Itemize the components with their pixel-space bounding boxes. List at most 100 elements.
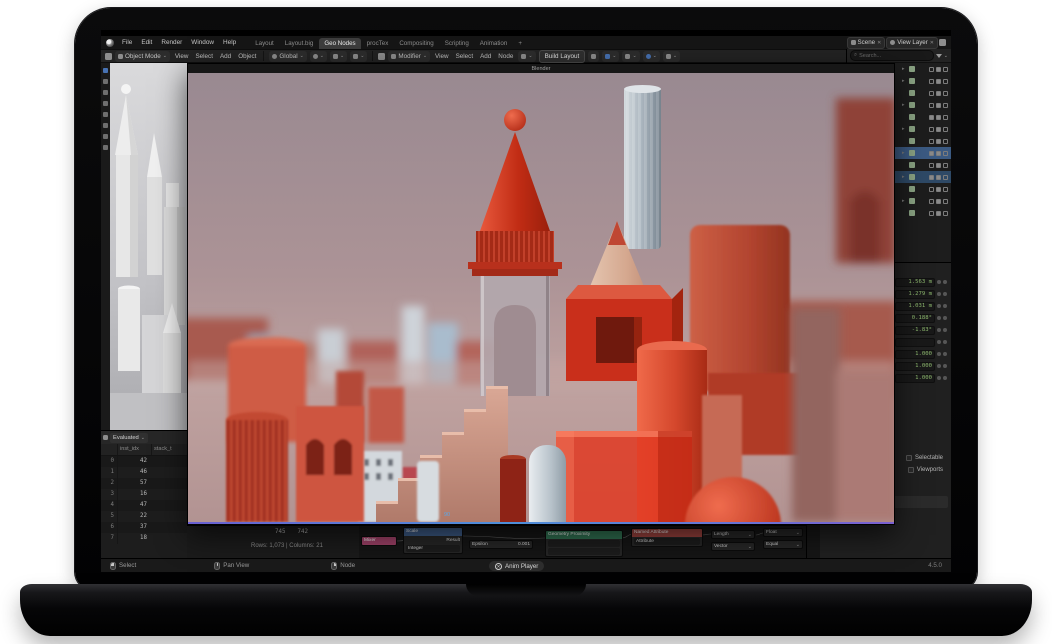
lock-icon[interactable] — [943, 280, 947, 284]
checkbox-icon[interactable] — [929, 127, 934, 132]
menu-file[interactable]: File — [118, 36, 136, 49]
lock-icon[interactable] — [943, 340, 947, 344]
menu-edit[interactable]: Edit — [137, 36, 156, 49]
tool-cursor-icon[interactable] — [103, 79, 108, 84]
eye-icon[interactable] — [936, 151, 941, 156]
dataset-selector[interactable]: Evaluated⌄ — [110, 433, 148, 443]
lock-icon[interactable] — [943, 352, 947, 356]
checkbox-icon[interactable] — [929, 175, 934, 180]
scale-x-field[interactable]: 1.000 — [895, 350, 935, 359]
table-row[interactable]: 637 — [101, 522, 187, 533]
camera-icon[interactable] — [943, 175, 948, 180]
eye-icon[interactable] — [936, 175, 941, 180]
checkbox-icon[interactable] — [929, 91, 934, 96]
node-geometry-proximity[interactable]: Geometry Proximity — [545, 530, 623, 557]
node-tree-selector[interactable]: ⌄ — [518, 51, 535, 62]
stop-icon[interactable]: ✕ — [495, 563, 502, 570]
rotation-mode-select[interactable] — [895, 338, 935, 347]
viewport-menu-object[interactable]: Object — [236, 53, 258, 60]
pin-toggle[interactable] — [588, 51, 599, 62]
gizmos-toggle[interactable]: ⌄ — [663, 51, 680, 62]
view-layer-selector[interactable]: View Layer ✕ — [886, 37, 938, 49]
orientation-select[interactable]: Global⌄ — [269, 51, 306, 62]
checkbox-icon[interactable] — [929, 139, 934, 144]
camera-icon[interactable] — [943, 127, 948, 132]
lock-icon[interactable] — [943, 316, 947, 320]
node-field-integer[interactable]: Integer — [406, 545, 460, 552]
animate-icon[interactable] — [937, 352, 941, 356]
animate-icon[interactable] — [937, 280, 941, 284]
animate-icon[interactable] — [937, 316, 941, 320]
scene-unlink-icon[interactable]: ✕ — [877, 40, 881, 46]
eye-icon[interactable] — [936, 211, 941, 216]
tool-scale-icon[interactable] — [103, 112, 108, 117]
checkbox-icon[interactable] — [929, 67, 934, 72]
camera-icon[interactable] — [943, 115, 948, 120]
tab-layout[interactable]: Layout — [250, 38, 279, 49]
column-stack-t[interactable]: stack_t — [151, 444, 185, 455]
camera-icon[interactable] — [943, 151, 948, 156]
node-field-attribute[interactable]: Attribute — [634, 538, 700, 545]
checkbox-icon[interactable] — [929, 79, 934, 84]
tab-animation[interactable]: Animation — [475, 38, 513, 49]
screen-layout-icon[interactable] — [939, 39, 946, 46]
animate-icon[interactable] — [937, 340, 941, 344]
animate-icon[interactable] — [937, 328, 941, 332]
tool-measure-icon[interactable] — [103, 145, 108, 150]
node-mixer[interactable]: Mixer — [361, 536, 397, 546]
lock-icon[interactable] — [943, 292, 947, 296]
tool-transform-icon[interactable] — [103, 123, 108, 128]
animate-icon[interactable] — [937, 292, 941, 296]
eye-icon[interactable] — [936, 187, 941, 192]
node-select-vector[interactable]: Vector⌄ — [711, 542, 755, 551]
anim-player-badge[interactable]: ✕ Anim Player — [489, 561, 544, 571]
render-window-titlebar[interactable]: Blender — [188, 64, 894, 73]
table-row[interactable]: 042 — [101, 456, 187, 467]
menu-window[interactable]: Window — [187, 36, 218, 49]
camera-icon[interactable] — [943, 91, 948, 96]
node-scale[interactable]: Scale Result Integer — [403, 527, 463, 554]
checkbox-icon[interactable] — [929, 211, 934, 216]
checkbox-icon[interactable] — [929, 151, 934, 156]
pivot-select[interactable]: ⌄ — [310, 51, 327, 62]
scale-y-field[interactable]: 1.000 — [895, 362, 935, 371]
viewport-3d[interactable] — [110, 63, 187, 430]
tool-move-icon[interactable] — [103, 90, 108, 95]
checkbox-icon[interactable] — [908, 467, 914, 473]
rotation-x-field[interactable]: 0.188° — [895, 314, 935, 323]
node-named-attribute[interactable]: Named Attribute Attribute — [631, 528, 703, 547]
menu-render[interactable]: Render — [157, 36, 186, 49]
tab-proctex[interactable]: procTex — [362, 38, 394, 49]
viewport-menu-view[interactable]: View — [173, 53, 191, 60]
node-select-length[interactable]: Length⌄ — [711, 530, 755, 539]
tab-geo-nodes[interactable]: Geo Nodes — [319, 38, 360, 49]
animate-icon[interactable] — [937, 376, 941, 380]
checkbox-icon[interactable] — [929, 187, 934, 192]
render-window[interactable]: Blender — [187, 63, 895, 525]
lock-icon[interactable] — [943, 364, 947, 368]
shading-options[interactable]: ⌄ — [643, 51, 660, 62]
node-menu-select[interactable]: Select — [454, 53, 476, 60]
camera-icon[interactable] — [943, 199, 948, 204]
eye-icon[interactable] — [936, 103, 941, 108]
camera-icon[interactable] — [943, 211, 948, 216]
filter-icon[interactable] — [936, 54, 942, 58]
tab-compositing[interactable]: Compositing — [394, 38, 438, 49]
node-menu-view[interactable]: View — [433, 53, 451, 60]
camera-icon[interactable] — [943, 139, 948, 144]
table-row[interactable]: 718 — [101, 533, 187, 544]
camera-icon[interactable] — [943, 187, 948, 192]
build-layout-button[interactable]: Build Layout — [539, 50, 586, 63]
snapping-options[interactable]: ⌄ — [602, 51, 619, 62]
chevron-down-icon[interactable]: ⌄ — [944, 53, 948, 59]
node-editor[interactable]: Mixer Scale Result Integer Epsilon0.001 … — [359, 525, 806, 558]
table-row[interactable]: 522 — [101, 511, 187, 522]
eye-icon[interactable] — [936, 199, 941, 204]
checkbox-icon[interactable] — [906, 455, 912, 461]
node-select-equal[interactable]: Equal⌄ — [763, 540, 803, 549]
menu-help[interactable]: Help — [219, 36, 240, 49]
camera-icon[interactable] — [943, 79, 948, 84]
table-row[interactable]: 146 — [101, 467, 187, 478]
checkbox-icon[interactable] — [929, 103, 934, 108]
viewport-menu-select[interactable]: Select — [193, 53, 215, 60]
